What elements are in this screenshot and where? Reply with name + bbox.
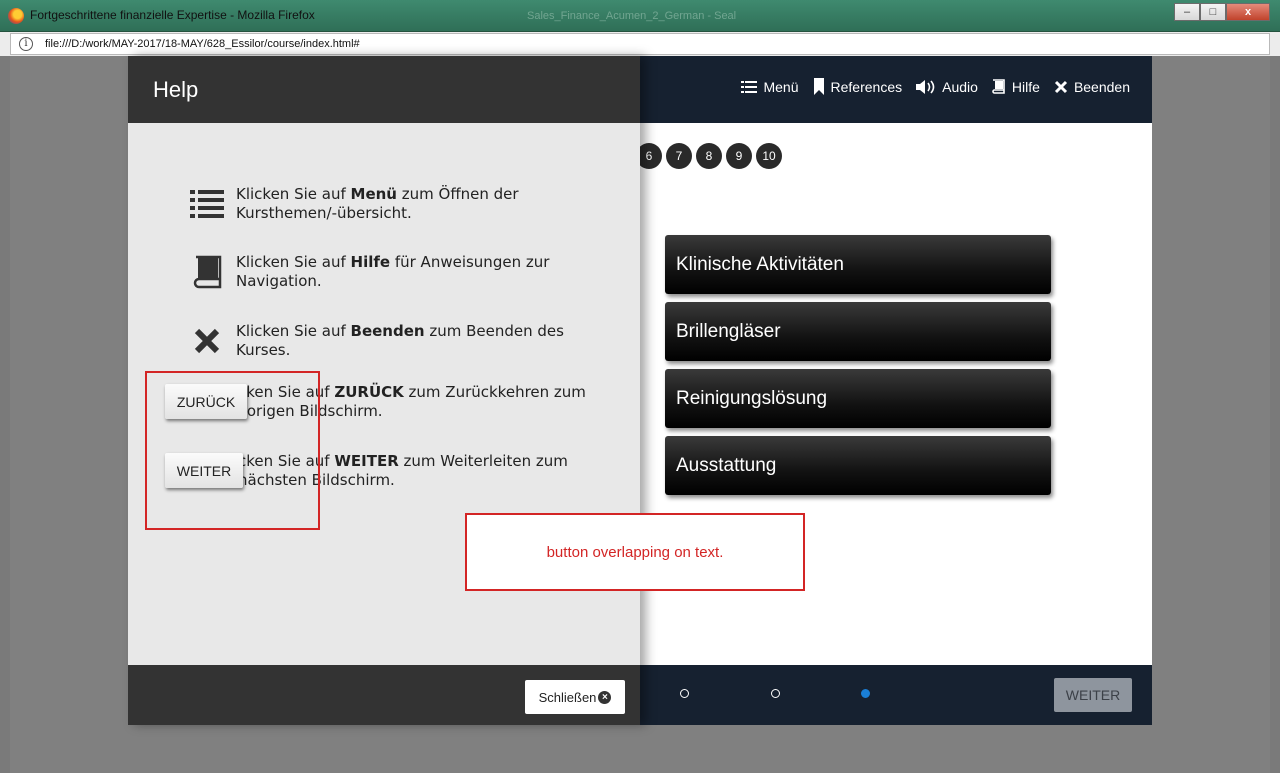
nav-help[interactable]: Hilfe [992,78,1040,95]
close-window-button[interactable]: x [1226,3,1270,21]
close-circle-icon: × [598,690,612,704]
nav-exit-label: Beenden [1073,78,1130,95]
annotation-callout: button overlapping on text. [465,513,805,591]
window-controls: – □ x [1174,3,1270,21]
topic-options: Klinische Aktivitäten Brillengläser Rein… [665,235,1051,503]
progress-dot[interactable] [680,689,689,698]
help-text: Klicken Sie auf Menü zum Öffnen der Kurs… [236,185,519,222]
option-button[interactable]: Reinigungslösung [665,369,1051,428]
progress-dot-active[interactable] [861,689,870,698]
speaker-icon [916,79,935,94]
nav-references[interactable]: References [813,78,903,95]
window-title: Fortgeschrittene finanzielle Expertise -… [30,8,315,22]
help-close-button[interactable]: Schließen × [525,680,625,714]
page-number[interactable]: 8 [696,143,722,169]
page-number[interactable]: 7 [666,143,692,169]
list-icon [188,185,226,223]
window-ghost-title: Sales_Finance_Acumen_2_German - Seal [527,10,737,22]
option-button[interactable]: Ausstattung [665,436,1051,495]
address-bar: i file:///D:/work/MAY-2017/18-MAY/628_Es… [0,32,1280,56]
help-footer: Schließen × [128,665,640,725]
firefox-icon [8,8,24,24]
book-icon [992,78,1005,94]
progress-dot[interactable] [771,689,780,698]
book-icon [188,253,226,291]
window-titlebar: Fortgeschrittene finanzielle Expertise -… [0,0,1280,32]
page-number[interactable]: 9 [726,143,752,169]
bookmark-icon [813,78,824,95]
header-nav: Menü References Audio Hilfe Beenden [741,78,1130,95]
help-close-label: Schließen [538,689,597,705]
info-icon[interactable]: i [19,37,33,51]
help-text: Klicken Sie auf Beenden zum Beenden des … [236,322,564,359]
close-icon [1054,80,1067,93]
menu-icon [741,80,758,93]
url-text[interactable]: file:///D:/work/MAY-2017/18-MAY/628_Essi… [45,38,360,50]
help-text: Klicken Sie auf Hilfe für Anweisungen zu… [236,253,550,290]
help-title: Help [153,77,199,102]
maximize-button[interactable]: □ [1200,3,1226,21]
help-header: Help [128,56,640,123]
next-button[interactable]: WEITER [1054,678,1132,712]
help-row-exit: Klicken Sie auf Beenden zum Beenden des … [188,322,608,360]
nav-audio[interactable]: Audio [916,78,978,95]
option-button[interactable]: Brillengläser [665,302,1051,361]
nav-references-label: References [830,78,903,95]
close-icon [188,322,226,360]
nav-menu[interactable]: Menü [741,78,799,95]
annotation-highlight-box [145,371,320,530]
page-number[interactable]: 10 [756,143,782,169]
option-button[interactable]: Klinische Aktivitäten [665,235,1051,294]
page-pager: 6 7 8 9 10 [636,143,782,169]
help-row-help: Klicken Sie auf Hilfe für Anweisungen zu… [188,253,608,291]
nav-menu-label: Menü [763,78,799,95]
help-row-menu: Klicken Sie auf Menü zum Öffnen der Kurs… [188,185,608,223]
url-field[interactable]: i file:///D:/work/MAY-2017/18-MAY/628_Es… [10,33,1270,55]
nav-help-label: Hilfe [1011,78,1040,95]
minimize-button[interactable]: – [1174,3,1200,21]
nav-exit[interactable]: Beenden [1054,78,1130,95]
nav-audio-label: Audio [942,78,978,95]
